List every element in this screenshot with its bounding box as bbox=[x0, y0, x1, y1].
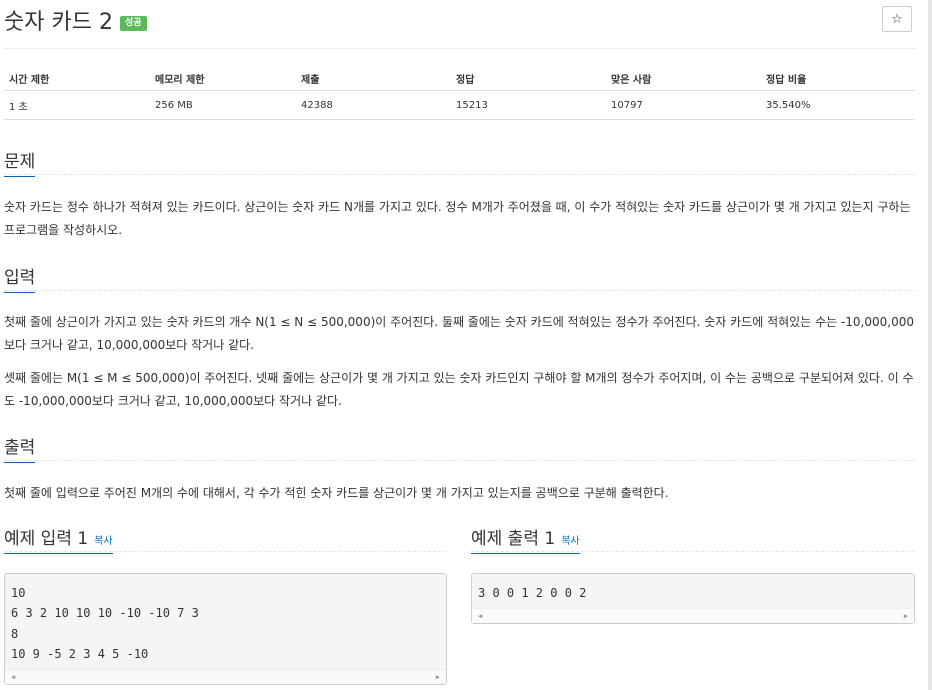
header-memory-limit: 메모리 제한 bbox=[150, 66, 296, 91]
submissions-value: 42388 bbox=[296, 90, 451, 120]
header-accept-ratio: 정답 비율 bbox=[761, 66, 915, 91]
sample-output-line: 3 0 0 1 2 0 0 2 bbox=[478, 586, 587, 600]
sample-input-line: 10 9 -5 2 3 4 5 -10 bbox=[11, 646, 149, 661]
input-title: 입력 bbox=[4, 263, 36, 293]
star-button[interactable]: ☆ bbox=[882, 6, 912, 32]
scroll-right-icon[interactable]: ▶ bbox=[904, 612, 908, 620]
problem-section-heading: 문제 bbox=[4, 147, 36, 177]
header-submissions: 제출 bbox=[296, 66, 451, 91]
input-paragraph-2: 셋째 줄에는 M(1 ≤ M ≤ 500,000)이 주어진다. 넷째 줄에는 … bbox=[4, 371, 914, 408]
table-header-row: 시간 제한 메모리 제한 제출 정답 맞은 사람 정답 비율 bbox=[4, 66, 915, 91]
sample-output-lines: 3 0 0 1 2 0 0 2 bbox=[472, 574, 914, 603]
sample-input-scrollbar[interactable]: ◀ ▶ bbox=[5, 669, 446, 684]
scroll-left-icon[interactable]: ◀ bbox=[478, 612, 482, 620]
problem-title: 문제 bbox=[4, 147, 36, 177]
output-section-heading: 출력 bbox=[4, 433, 36, 463]
input-section-heading: 입력 bbox=[4, 263, 36, 293]
sample-input-box: 10 6 3 2 10 10 10 -10 -10 7 3 8 10 9 -5 2 3… bbox=[4, 573, 447, 685]
sample-input-line: 8 bbox=[11, 626, 19, 641]
header-solved-users: 맞은 사람 bbox=[606, 66, 761, 91]
output-title: 출력 bbox=[4, 433, 36, 463]
output-description: 첫째 줄에 입력으로 주어진 M개의 수에 대해서, 각 수가 적힌 숫자 카드… bbox=[4, 486, 669, 500]
sample-output-heading: 예제 출력 1 복사 bbox=[471, 524, 580, 554]
sample-input-line: 10 bbox=[11, 586, 26, 600]
sample-output-title: 예제 출력 1 bbox=[471, 529, 556, 549]
time-limit-value: 1 초 bbox=[4, 90, 150, 120]
sample-input-title: 예제 입력 1 bbox=[4, 529, 89, 549]
solved-users-value: 10797 bbox=[606, 90, 761, 120]
sample-output-divider bbox=[471, 551, 914, 552]
sample-input-copy-link[interactable]: 복사 bbox=[94, 536, 112, 547]
sample-output-title-wrap: 예제 출력 1 복사 bbox=[471, 524, 580, 554]
sample-input-title-wrap: 예제 입력 1 복사 bbox=[4, 524, 113, 554]
sample-input-lines: 10 6 3 2 10 10 10 -10 -10 7 3 8 10 9 -5 2 3… bbox=[5, 574, 446, 664]
scroll-left-icon[interactable]: ◀ bbox=[11, 673, 15, 681]
accepted-value: 15213 bbox=[451, 90, 606, 120]
status-badge: 성공 bbox=[119, 15, 147, 31]
memory-limit-value: 256 MB bbox=[150, 90, 296, 120]
problem-divider bbox=[4, 174, 916, 175]
header-accepted: 정답 bbox=[451, 66, 606, 91]
sample-input-divider bbox=[4, 551, 446, 552]
title-divider bbox=[4, 48, 916, 49]
sample-output-box: 3 0 0 1 2 0 0 2 ◀ ▶ bbox=[471, 573, 915, 624]
problem-info-table: 시간 제한 메모리 제한 제출 정답 맞은 사람 정답 비율 1 초 256 M… bbox=[4, 66, 915, 120]
title-row: 숫자 카드 2 성공 bbox=[4, 2, 147, 38]
problem-description: 숫자 카드는 정수 하나가 적혀져 있는 카드이다. 상근이는 숫자 카드 N개… bbox=[4, 200, 911, 237]
accept-ratio-value: 35.540% bbox=[761, 90, 915, 120]
table-row: 1 초 256 MB 42388 15213 10797 35.540% bbox=[4, 90, 915, 120]
sample-input-heading: 예제 입력 1 복사 bbox=[4, 524, 113, 554]
page-scrollbar-track[interactable] bbox=[928, 0, 932, 690]
output-divider bbox=[4, 460, 916, 461]
header-time-limit: 시간 제한 bbox=[4, 66, 150, 91]
sample-input-line: 6 3 2 10 10 10 -10 -10 7 3 bbox=[11, 606, 199, 621]
sample-output-scrollbar[interactable]: ◀ ▶ bbox=[472, 608, 914, 623]
input-divider bbox=[4, 290, 916, 291]
scroll-right-icon[interactable]: ▶ bbox=[436, 673, 440, 681]
page-title: 숫자 카드 2 bbox=[4, 10, 113, 35]
sample-output-copy-link[interactable]: 복사 bbox=[561, 536, 579, 547]
star-icon: ☆ bbox=[891, 11, 903, 27]
input-paragraph-1: 첫째 줄에 상근이가 가지고 있는 숫자 카드의 개수 N(1 ≤ N ≤ 50… bbox=[4, 315, 914, 352]
